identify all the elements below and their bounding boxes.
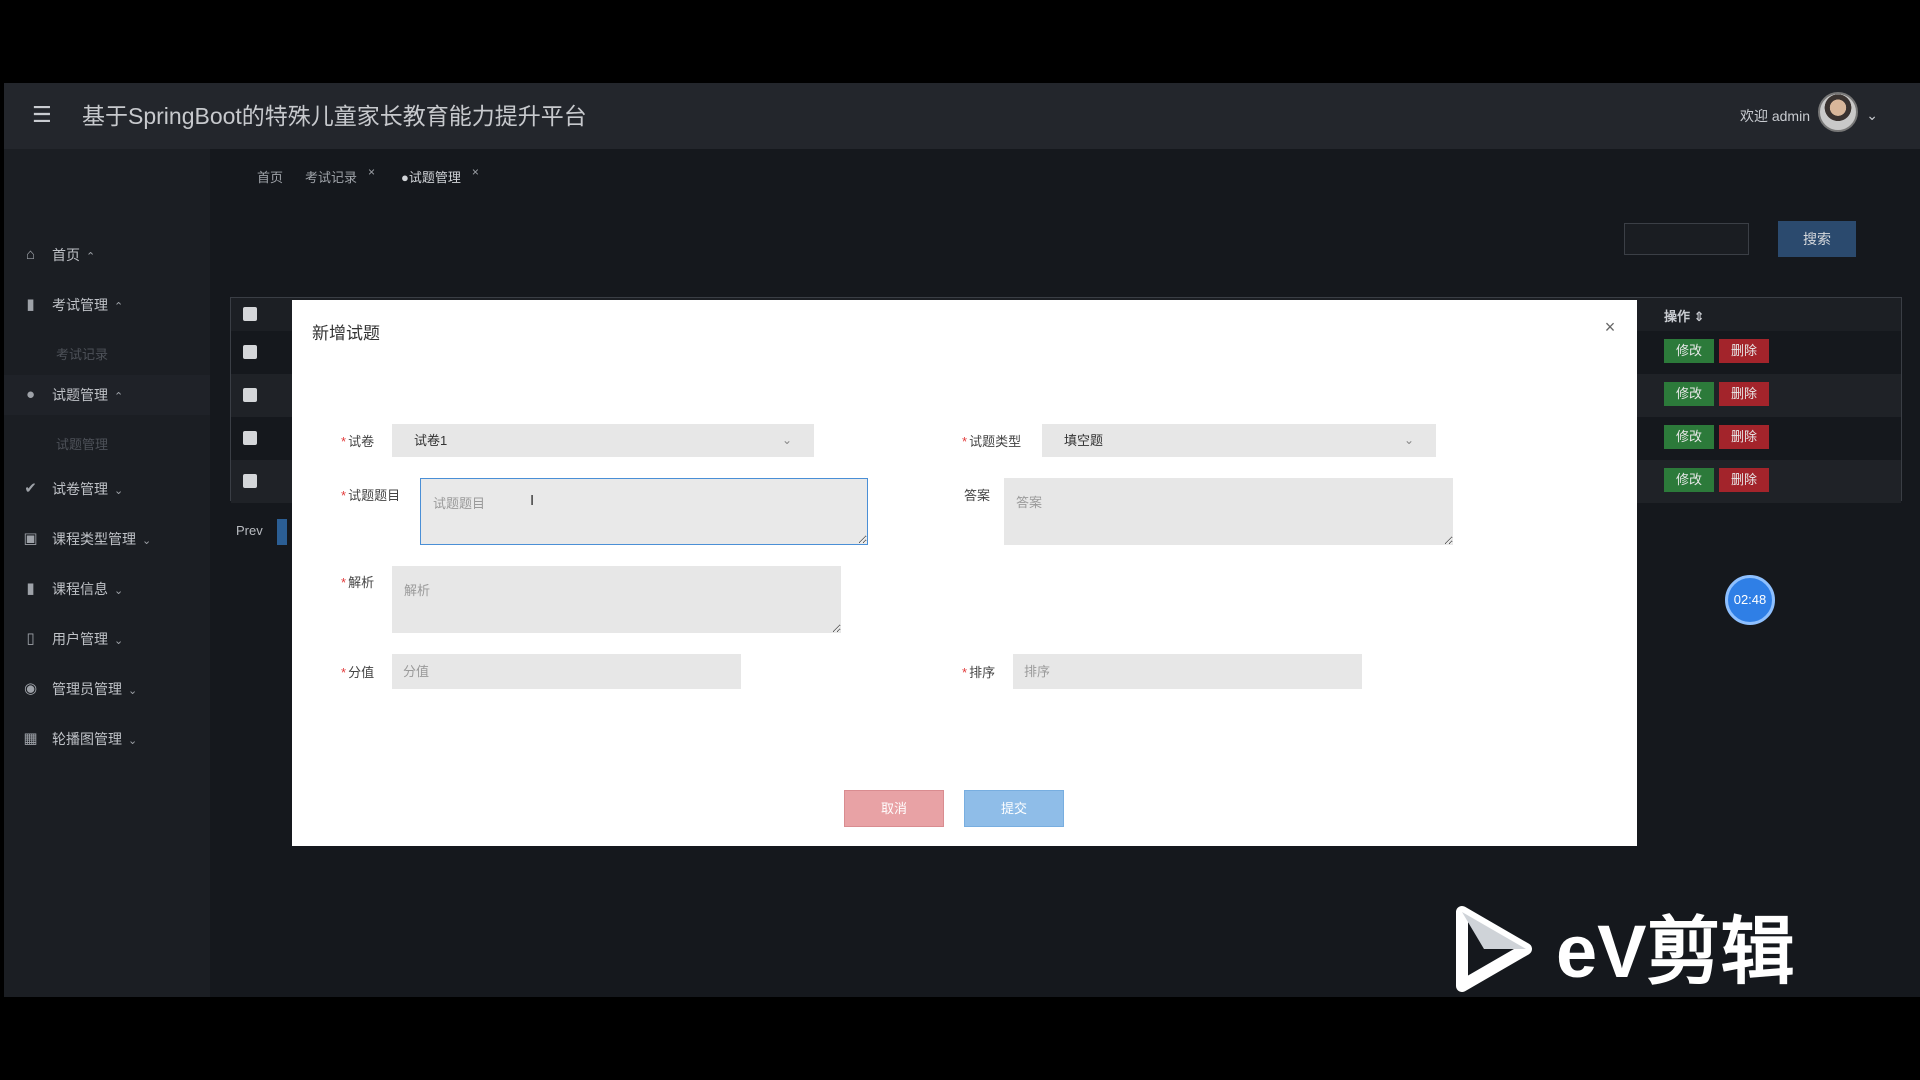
avatar[interactable] — [1818, 92, 1858, 132]
sidebar-item-carousel-management[interactable]: ▦ 轮播图管理 ⌄ — [4, 719, 210, 759]
sidebar-item-label: 轮播图管理 — [52, 731, 122, 747]
close-icon[interactable]: × — [368, 159, 375, 185]
text-cursor-icon: I — [530, 492, 535, 509]
question-textarea[interactable] — [420, 478, 868, 545]
briefcase-icon: ▣ — [23, 530, 38, 547]
order-label: * 排序 — [962, 665, 996, 680]
paper-select-value: 试卷1 — [414, 433, 448, 448]
question-icon: ● — [25, 386, 36, 403]
dot-circle-icon: ◉ — [23, 680, 38, 697]
app-title: 基于SpringBoot的特殊儿童家长教育能力提升平台 — [82, 103, 587, 129]
edit-button[interactable]: 修改 — [1664, 468, 1714, 492]
dialog-title: 新增试题 — [312, 324, 380, 343]
book-icon: ▮ — [26, 296, 35, 313]
sidebar-item-course-type[interactable]: ▣ 课程类型管理 ⌄ — [4, 519, 210, 559]
score-label: * 分值 — [341, 665, 375, 680]
delete-button[interactable]: 删除 — [1719, 382, 1769, 406]
sidebar-item-user-management[interactable]: ▯ 用户管理 ⌄ — [4, 619, 210, 659]
paper-label: * 试卷 — [341, 434, 375, 449]
sidebar-item-admin-management[interactable]: ◉ 管理员管理 ⌄ — [4, 669, 210, 709]
delete-button[interactable]: 删除 — [1719, 339, 1769, 363]
analysis-textarea[interactable] — [392, 566, 841, 633]
delete-button[interactable]: 删除 — [1719, 468, 1769, 492]
top-bar: ☰ 基于SpringBoot的特殊儿童家长教育能力提升平台 欢迎 admin ⌄ — [4, 83, 1920, 149]
question-type-select-value: 填空题 — [1064, 433, 1104, 448]
sidebar-item-question-management[interactable]: ● 试题管理 ⌃ — [4, 375, 210, 415]
tab-exam-records[interactable]: 考试记录 × — [299, 165, 375, 191]
timer-badge: 02:48 — [1725, 575, 1775, 625]
sidebar-item-paper-management[interactable]: ✔ 试卷管理 ⌄ — [4, 469, 210, 509]
row-checkbox[interactable] — [243, 388, 257, 402]
sidebar-item-label: 考试管理 — [52, 297, 108, 313]
submit-button[interactable]: 提交 — [964, 790, 1064, 827]
chevron-down-icon: ⌄ — [1403, 433, 1414, 447]
answer-label: 答案 — [964, 488, 991, 503]
play-icon — [1456, 906, 1532, 992]
check-circle-icon: ✔ — [24, 480, 37, 497]
question-type-label: * 试题类型 — [962, 434, 1022, 449]
app-window: ☰ 基于SpringBoot的特殊儿童家长教育能力提升平台 欢迎 admin ⌄… — [4, 83, 1920, 997]
chevron-down-icon: ⌄ — [781, 433, 792, 447]
home-icon: ⌂ — [25, 246, 36, 263]
sidebar: ⌂ 首页 ⌃ ▮ 考试管理 ⌃ 考试记录 ● 试题管理 ⌃ 试题管理 ✔ 试卷管理 ⌄ … — [4, 149, 210, 997]
answer-textarea[interactable] — [1004, 478, 1453, 545]
chevron-down-icon[interactable]: ⌄ — [1866, 107, 1878, 123]
score-input[interactable] — [392, 654, 741, 689]
columns-icon: ▯ — [26, 630, 35, 647]
sidebar-item-label: 用户管理 — [52, 631, 108, 647]
watermark-text: eV剪辑 — [1556, 910, 1795, 993]
edit-button[interactable]: 修改 — [1664, 425, 1714, 449]
operation-column-header[interactable]: 操作 ⇕ — [1664, 306, 1705, 325]
close-icon[interactable]: × — [472, 159, 479, 185]
search-input[interactable] — [1624, 223, 1749, 255]
sidebar-item-course-info[interactable]: ▮ 课程信息 ⌄ — [4, 569, 210, 609]
paper-select[interactable]: 试卷1 ⌄ — [392, 424, 814, 457]
tab-label: ●试题管理 — [401, 170, 461, 185]
row-checkbox[interactable] — [243, 474, 257, 488]
sidebar-item-label: 试题管理 — [52, 387, 108, 403]
welcome-text: 欢迎 admin — [1739, 108, 1810, 124]
book-icon: ▮ — [26, 580, 35, 597]
row-checkbox[interactable] — [243, 345, 257, 359]
watermark-logo: eV剪辑 — [1450, 906, 1830, 996]
hamburger-icon[interactable]: ☰ — [32, 103, 54, 127]
cancel-button[interactable]: 取消 — [844, 790, 944, 827]
sidebar-item-exam-management[interactable]: ▮ 考试管理 ⌃ — [4, 285, 210, 325]
edit-button[interactable]: 修改 — [1664, 339, 1714, 363]
sidebar-item-label: 管理员管理 — [52, 681, 122, 697]
select-all-checkbox[interactable] — [243, 307, 257, 321]
sidebar-item-label: 课程信息 — [52, 581, 108, 597]
edit-button[interactable]: 修改 — [1664, 382, 1714, 406]
add-question-dialog: 新增试题 × *试卷 试卷1 ⌄ *试题类型 填空题 ⌄ *试题题目 I 答案 — [292, 300, 1637, 846]
delete-button[interactable]: 删除 — [1719, 425, 1769, 449]
sidebar-item-label: 首页 — [52, 247, 80, 263]
close-icon[interactable]: × — [1600, 317, 1620, 337]
tab-home[interactable]: 首页 — [251, 165, 289, 191]
sidebar-item-label: 课程类型管理 — [52, 531, 136, 547]
search-button[interactable]: 搜索 — [1778, 221, 1856, 257]
sidebar-subitem-exam-records[interactable]: 考试记录 — [4, 335, 210, 375]
question-type-select[interactable]: 填空题 ⌄ — [1042, 424, 1436, 457]
page-button[interactable] — [277, 519, 287, 545]
sidebar-subitem-question-management[interactable]: 试题管理 — [4, 425, 210, 465]
tab-question-management[interactable]: ●试题管理 × — [395, 165, 479, 191]
sidebar-item-label: 试卷管理 — [52, 481, 108, 497]
analysis-label: * 解析 — [341, 575, 375, 590]
prev-page-button[interactable]: Prev — [236, 523, 263, 538]
table-icon: ▦ — [23, 730, 38, 747]
row-checkbox[interactable] — [243, 431, 257, 445]
order-input[interactable] — [1013, 654, 1362, 689]
question-label: * 试题题目 — [341, 488, 401, 503]
sidebar-item-home[interactable]: ⌂ 首页 ⌃ — [4, 235, 210, 275]
tab-label: 考试记录 — [305, 170, 358, 185]
